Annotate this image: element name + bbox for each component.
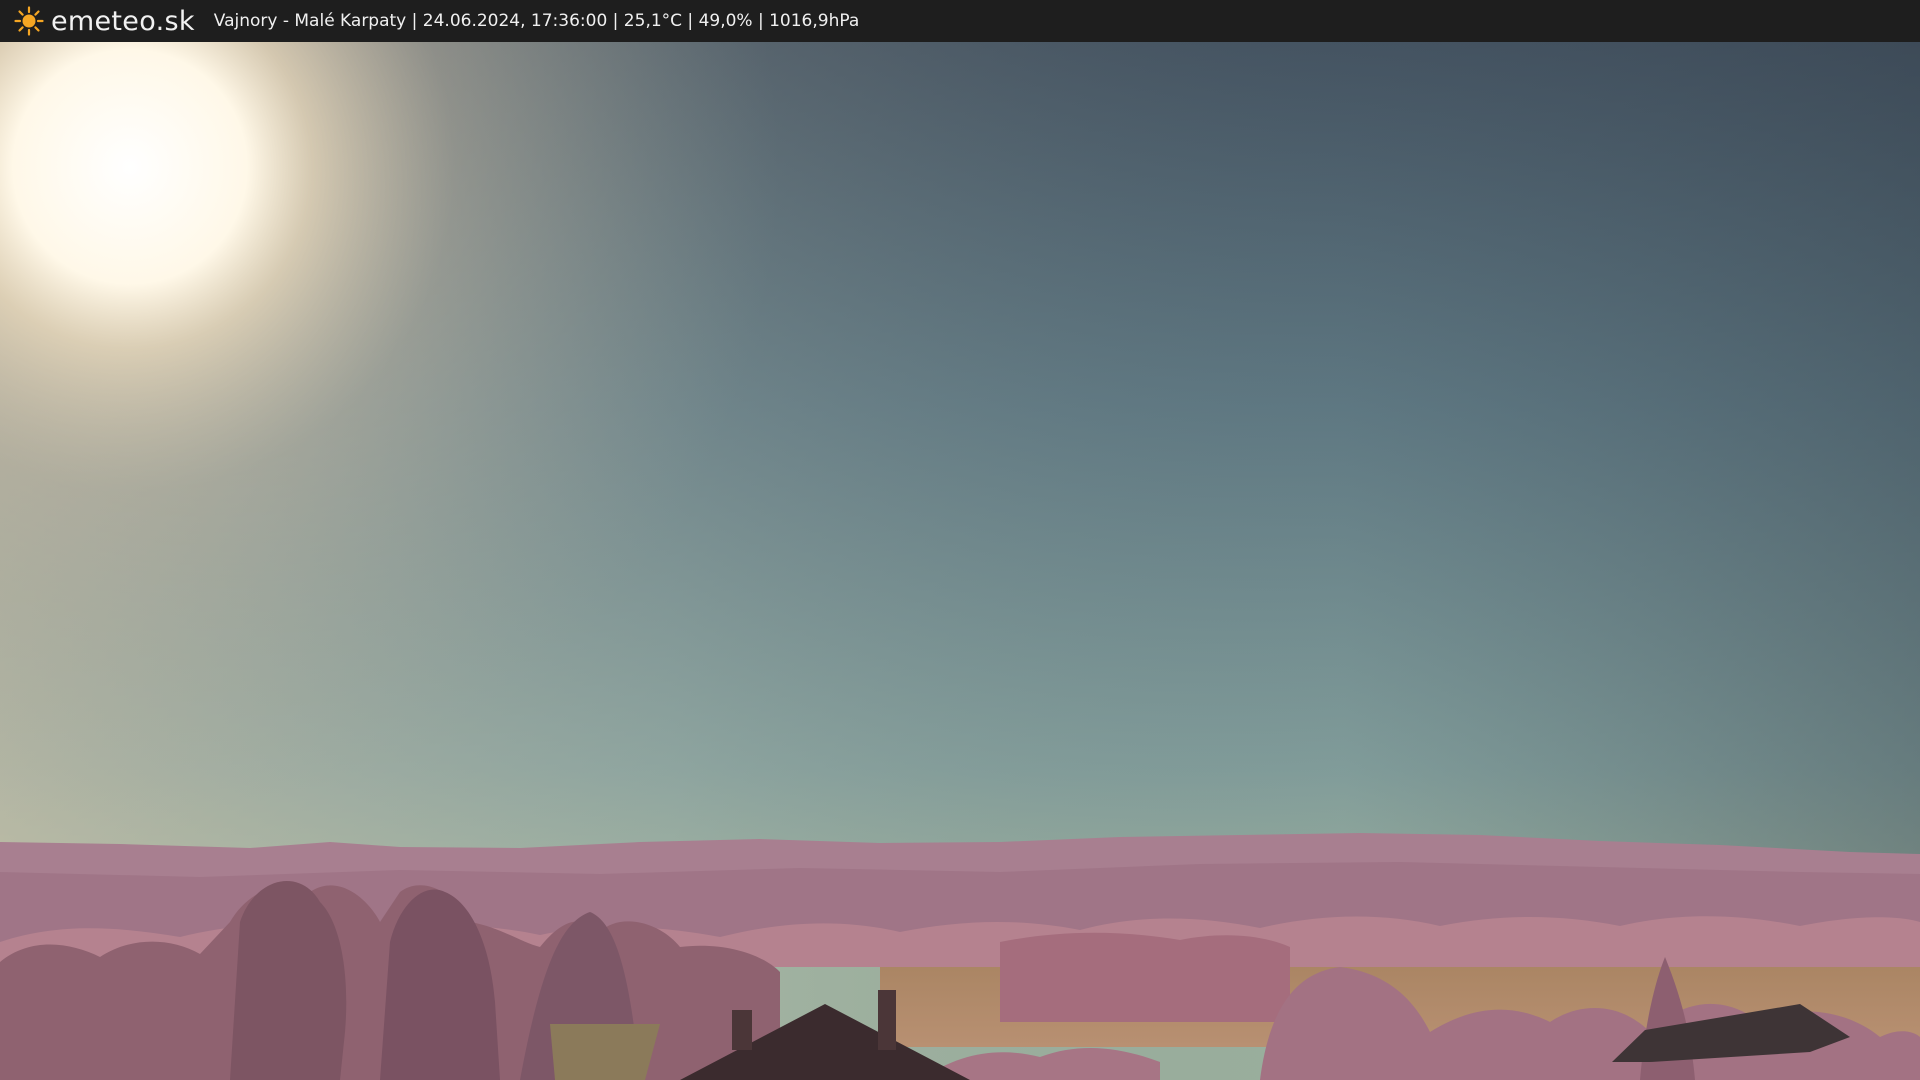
webcam-caption: Vajnory - Malé Karpaty | 24.06.2024, 17:… <box>213 11 860 31</box>
webcam-image <box>0 42 1920 1080</box>
sun-icon <box>14 6 44 36</box>
brand-name: emeteo.sk <box>51 5 195 37</box>
brand-logo[interactable]: emeteo.sk <box>14 6 195 37</box>
header-bar: emeteo.sk Vajnory - Malé Karpaty | 24.06… <box>0 0 1920 42</box>
